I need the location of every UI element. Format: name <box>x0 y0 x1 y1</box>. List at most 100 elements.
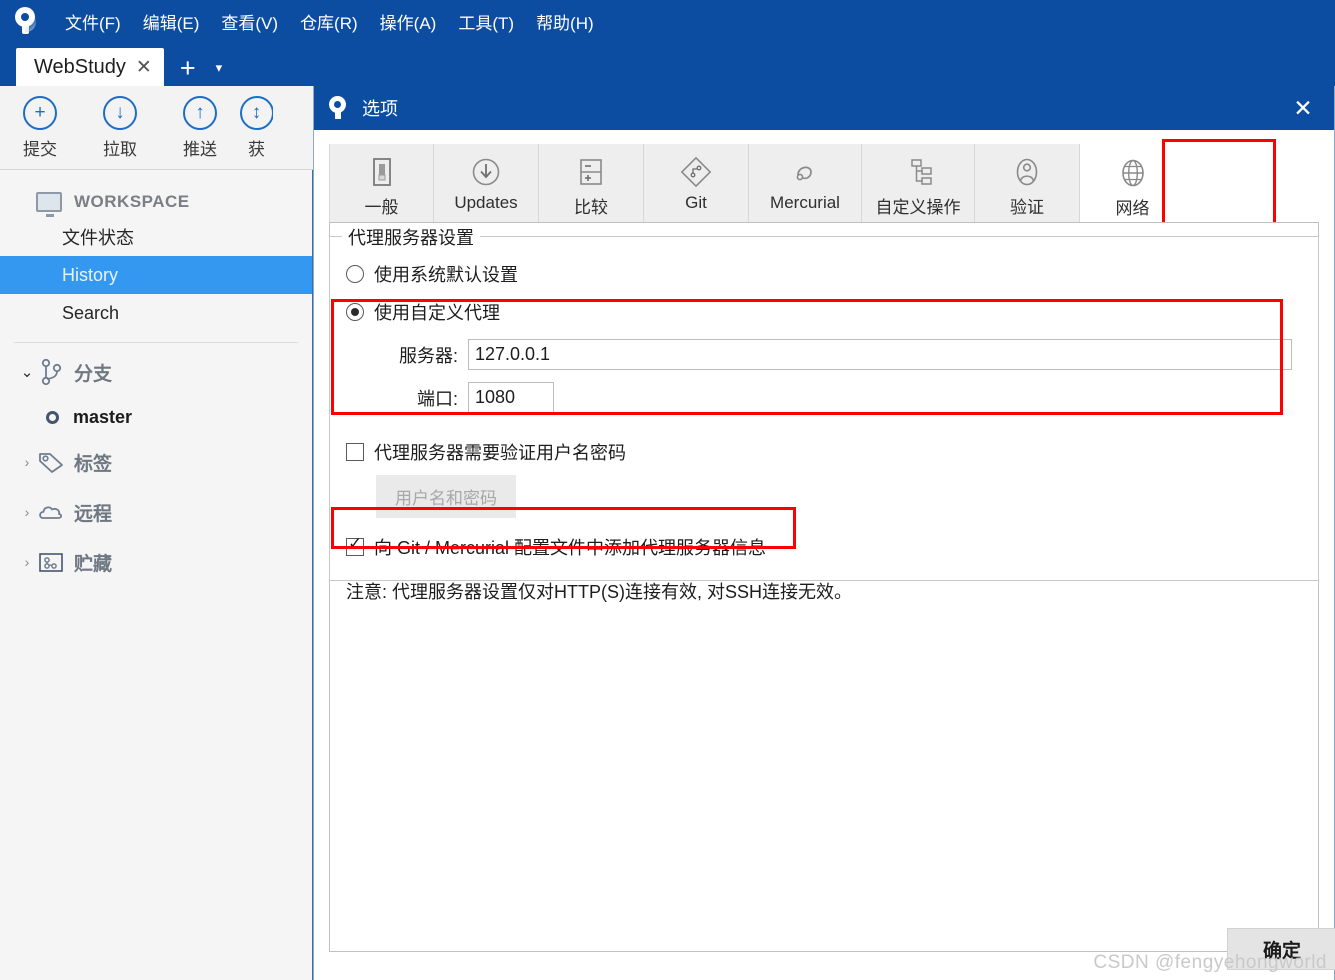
plus-icon[interactable]: + <box>180 55 196 82</box>
options-tab-bar: 一般 Updates 比较 Git Mercurial 自定义操作 验证 网络 <box>329 139 1319 227</box>
credentials-button[interactable]: 用户名和密码 <box>376 475 516 518</box>
chevron-right-icon[interactable]: › <box>18 454 36 470</box>
close-icon[interactable]: ✕ <box>136 58 152 77</box>
sidebar-item-label: 文件状态 <box>62 228 134 248</box>
port-label: 端口: <box>416 388 458 409</box>
proxy-settings-title: 代理服务器设置 <box>342 224 480 250</box>
auth-checkbox-label: 代理服务器需要验证用户名密码 <box>374 443 626 463</box>
custom-actions-icon <box>901 153 935 191</box>
arrow-up-circle-icon: ↑ <box>183 95 217 130</box>
workspace-label: WORKSPACE <box>74 192 190 211</box>
chevron-right-icon[interactable]: › <box>18 504 36 520</box>
radio-custom-proxy-row[interactable]: 使用自定义代理 <box>346 299 1302 325</box>
download-circle-icon <box>470 153 502 191</box>
push-button[interactable]: ↑ 推送 <box>160 95 240 160</box>
sidebar-group-tags[interactable]: › 标签 <box>0 437 312 487</box>
arrow-down-circle-icon: ↓ <box>103 95 137 130</box>
tab-diff[interactable]: 比较 <box>539 144 644 222</box>
options-dialog: 选项 ✕ 一般 Updates 比较 Git Mercurial 自定义操作 验… <box>313 86 1335 980</box>
branch-icon <box>36 358 66 386</box>
close-icon[interactable]: ✕ <box>1272 86 1334 130</box>
sidebar-item-file-status[interactable]: 文件状态 <box>0 218 312 256</box>
sidebar-group-label: 远程 <box>74 503 113 525</box>
tab-label: WebStudy <box>34 55 126 78</box>
tab-webstudy[interactable]: WebStudy ✕ <box>16 48 164 86</box>
sidebar-group-branches[interactable]: ⌄ 分支 <box>0 347 312 397</box>
tab-label: Mercurial <box>770 193 840 212</box>
menu-item-edit[interactable]: 编辑(E) <box>132 5 211 38</box>
tab-strip: WebStudy ✕ + ▾ <box>0 42 1335 86</box>
git-diamond-icon <box>680 153 712 191</box>
sourcetree-logo-icon <box>326 94 352 122</box>
config-checkbox-label: 向 Git / Mercurial 配置文件中添加代理服务器信息 <box>374 538 767 558</box>
chevron-down-icon[interactable]: ⌄ <box>18 363 36 381</box>
sidebar-group-remotes[interactable]: › 远程 <box>0 487 312 537</box>
config-checkbox[interactable] <box>346 534 364 556</box>
tag-icon <box>36 450 66 474</box>
radio-system-default-row[interactable]: 使用系统默认设置 <box>346 261 1302 287</box>
credentials-button-row: 用户名和密码 <box>346 475 1302 518</box>
menu-bar: 文件(F) 编辑(E) 查看(V) 仓库(R) 操作(A) 工具(T) 帮助(H… <box>0 0 1335 42</box>
radio-system-default-label: 使用系统默认设置 <box>374 265 518 285</box>
proxy-note: 注意: 代理服务器设置仅对HTTP(S)连接有效, 对SSH连接无效。 <box>346 582 853 602</box>
tab-authentication[interactable]: 验证 <box>975 144 1080 222</box>
commit-button[interactable]: + 提交 <box>0 95 80 160</box>
menu-item-repository[interactable]: 仓库(R) <box>289 5 369 38</box>
sidebar-group-label: 贮藏 <box>74 553 113 575</box>
tab-mercurial[interactable]: Mercurial <box>749 144 862 222</box>
sourcetree-logo-icon <box>8 4 42 38</box>
sidebar-item-label: History <box>62 264 119 285</box>
chevron-right-icon[interactable]: › <box>18 554 36 570</box>
sidebar-item-label: Search <box>62 302 120 323</box>
menu-item-tools[interactable]: 工具(T) <box>447 5 525 38</box>
sidebar-workspace-header: WORKSPACE <box>0 186 312 218</box>
fetch-label: 获 <box>248 139 265 159</box>
server-label: 服务器: <box>398 345 458 366</box>
chevron-down-icon[interactable]: ▾ <box>216 61 223 74</box>
dialog-title: 选项 <box>362 99 398 119</box>
sidebar: WORKSPACE 文件状态 History Search ⌄ 分支 maste… <box>0 170 313 980</box>
mercurial-icon <box>789 153 821 191</box>
menu-item-help[interactable]: 帮助(H) <box>525 5 605 38</box>
sidebar-group-stashes[interactable]: › 贮藏 <box>0 537 312 587</box>
menu-item-actions[interactable]: 操作(A) <box>369 5 448 38</box>
sidebar-group-label: 标签 <box>74 453 113 475</box>
tab-label: 自定义操作 <box>875 198 961 217</box>
server-field-row: 服务器: <box>346 339 1302 370</box>
auth-checkbox-row[interactable]: 代理服务器需要验证用户名密码 <box>346 439 1302 465</box>
switch-icon <box>369 153 395 191</box>
application-root: 文件(F) 编辑(E) 查看(V) 仓库(R) 操作(A) 工具(T) 帮助(H… <box>0 0 1335 980</box>
server-input[interactable] <box>468 339 1292 370</box>
ok-button[interactable]: 确定 <box>1227 928 1335 970</box>
cloud-icon <box>36 501 66 523</box>
tab-git[interactable]: Git <box>644 144 749 222</box>
menu-item-file[interactable]: 文件(F) <box>54 5 132 38</box>
tab-label: 验证 <box>1010 198 1044 217</box>
tab-label: 一般 <box>364 198 399 217</box>
tab-label: Git <box>685 193 707 212</box>
stash-icon <box>36 550 66 574</box>
dialog-title-bar: 选项 ✕ <box>314 86 1334 130</box>
plus-circle-icon: + <box>23 95 57 130</box>
radio-system-default[interactable] <box>346 265 364 283</box>
port-input[interactable] <box>468 382 554 413</box>
tab-custom-actions[interactable]: 自定义操作 <box>862 144 975 222</box>
tab-network[interactable]: 网络 <box>1080 144 1185 222</box>
sidebar-group-label: 分支 <box>74 363 113 385</box>
pull-button[interactable]: ↓ 拉取 <box>80 95 160 160</box>
radio-custom-proxy[interactable] <box>346 303 364 321</box>
config-checkbox-row[interactable]: 向 Git / Mercurial 配置文件中添加代理服务器信息 <box>346 534 1302 560</box>
tab-label: 网络 <box>1115 199 1150 218</box>
push-label: 推送 <box>183 139 217 159</box>
sidebar-item-search[interactable]: Search <box>0 294 312 332</box>
menu-item-view[interactable]: 查看(V) <box>210 5 289 38</box>
sidebar-item-history[interactable]: History <box>0 256 312 294</box>
globe-icon <box>1117 154 1149 192</box>
sidebar-branch-master[interactable]: master <box>0 397 312 437</box>
auth-checkbox[interactable] <box>346 443 364 461</box>
sidebar-divider <box>14 342 298 343</box>
tab-general[interactable]: 一般 <box>329 144 434 222</box>
tab-updates[interactable]: Updates <box>434 144 539 222</box>
branch-dot-icon <box>46 410 59 424</box>
fetch-button[interactable]: ↕ 获 <box>240 95 273 160</box>
